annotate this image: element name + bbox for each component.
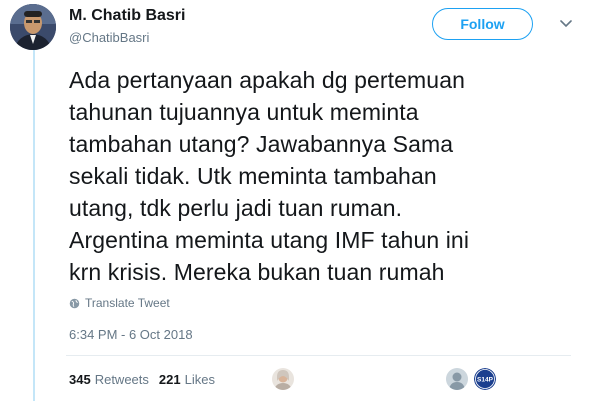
tweet-line: utang, tdk perlu jadi tuan ruman. — [69, 195, 403, 221]
divider — [66, 355, 571, 356]
tweet-line: sekali tidak. Utk meminta tambahan — [69, 163, 437, 189]
tweet-stats: 345 Retweets 221 Likes — [69, 372, 215, 387]
translate-label: Translate Tweet — [85, 296, 170, 310]
tweet-line: Ada pertanyaan apakah dg pertemuan — [69, 67, 465, 93]
retweets-count: 345 — [69, 372, 91, 387]
s14p-badge-text: S14P — [477, 377, 494, 384]
tweet-menu-button[interactable] — [556, 14, 576, 34]
tweet-line: krn krisis. Mereka bukan tuan rumah — [69, 259, 445, 285]
likes-label: Likes — [184, 372, 215, 387]
liker-avatar[interactable] — [272, 368, 294, 390]
chevron-down-icon — [560, 20, 572, 28]
liker-avatar-woman-icon — [272, 368, 294, 390]
author-handle[interactable]: @ChatibBasri — [69, 30, 149, 45]
author-avatar[interactable] — [10, 4, 56, 50]
translate-tweet-link[interactable]: Translate Tweet — [69, 296, 170, 310]
likes-stat[interactable]: 221 Likes — [159, 372, 215, 387]
tweet-line: Argentina meminta utang IMF tahun ini — [69, 227, 470, 253]
tweet-text: Ada pertanyaan apakah dg pertemuan tahun… — [69, 64, 589, 288]
liker-avatar[interactable] — [446, 368, 468, 390]
tweet-line: tambahan utang? Jawabannya Sama — [69, 131, 454, 157]
likes-count: 221 — [158, 372, 181, 387]
retweets-stat[interactable]: 345 Retweets — [69, 372, 149, 387]
follow-button[interactable]: Follow — [432, 8, 533, 40]
retweets-label: Retweets — [94, 372, 149, 387]
liker-avatar-s14p-icon: S14P — [474, 368, 496, 390]
author-name[interactable]: M. Chatib Basri — [69, 7, 185, 25]
user-avatar-icon — [10, 4, 56, 50]
liker-avatar[interactable]: S14P — [474, 368, 496, 390]
tweet-timestamp[interactable]: 6:34 PM - 6 Oct 2018 — [69, 327, 193, 342]
globe-icon — [69, 298, 80, 308]
thread-line — [33, 50, 35, 401]
liker-avatar-default-icon — [446, 368, 468, 390]
tweet-line: tahunan tujuannya untuk meminta — [69, 99, 419, 125]
